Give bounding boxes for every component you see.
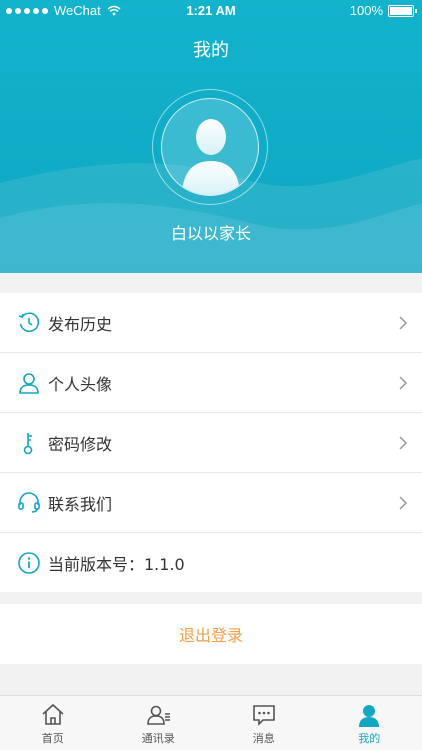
tab-messages[interactable]: 消息 [211,696,317,750]
chevron-right-icon [399,435,408,450]
status-bar: WeChat 1:21 AM 100% [0,0,422,22]
home-icon [42,703,64,725]
profile-icon [359,705,380,727]
menu-label: 发布历史 [48,314,113,334]
headset-icon [18,491,40,513]
menu-item-contact[interactable]: 联系我们 [0,473,422,533]
chevron-right-icon [399,375,408,390]
username: 白以以家长 [170,224,251,243]
info-icon [18,551,40,574]
page-title: 我的 [193,40,229,61]
menu-item-password[interactable]: 密码修改 [0,413,422,473]
person-icon [19,372,39,394]
tab-profile[interactable]: 我的 [317,696,422,750]
logout-button[interactable]: 退出登录 [0,604,422,664]
battery-icon [388,4,417,17]
menu-item-avatar[interactable]: 个人头像 [0,353,422,413]
tab-bar: 首页 通讯录 消息 我的 [0,695,422,750]
tab-label: 通讯录 [141,732,175,745]
menu-label: 个人头像 [48,374,113,394]
person-silhouette-icon [182,119,240,195]
tab-contacts[interactable]: 通讯录 [106,696,212,750]
menu-label: 密码修改 [48,434,113,454]
version-label: 当前版本号：1.1.0 [48,554,185,574]
battery-percent: 100% [349,3,383,18]
message-icon [252,705,275,726]
avatar-image [161,98,259,196]
tab-label: 我的 [358,732,381,745]
settings-menu: 发布历史 个人头像 密码修改 联系我们 当前版本号：1.1.0 [0,293,422,592]
history-icon [18,312,40,332]
tab-label: 消息 [252,732,275,745]
avatar[interactable] [152,89,268,205]
menu-item-version: 当前版本号：1.1.0 [0,533,422,592]
menu-label: 联系我们 [48,494,113,514]
tab-home[interactable]: 首页 [0,696,106,750]
contacts-icon [147,705,171,725]
profile-header: WeChat 1:21 AM 100% 我的 白以以家长 [0,0,422,273]
tab-label: 首页 [41,732,64,745]
chevron-right-icon [399,315,408,330]
key-icon [23,432,33,454]
chevron-right-icon [399,495,408,510]
menu-item-history[interactable]: 发布历史 [0,293,422,353]
